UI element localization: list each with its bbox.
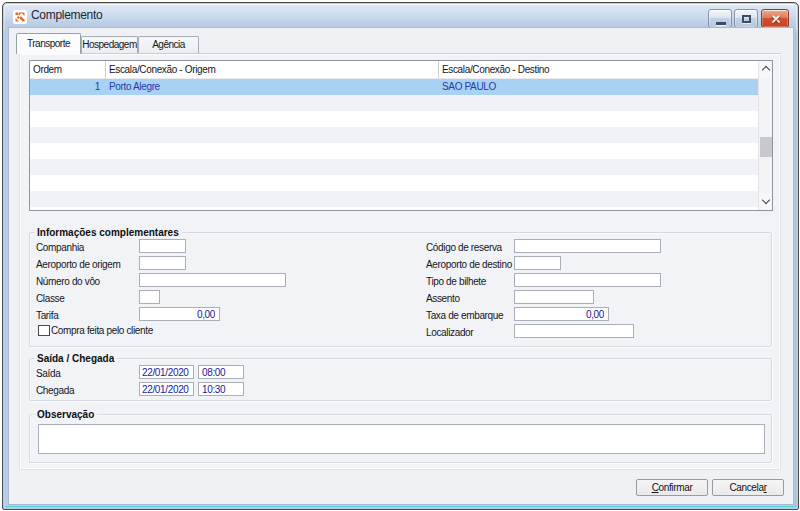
input-classe[interactable] (139, 290, 160, 304)
input-codigo-reserva[interactable] (514, 239, 661, 253)
cell-ordem: 1 (30, 79, 106, 95)
input-numero-voo[interactable] (139, 273, 286, 287)
up-chevron-icon (762, 66, 770, 74)
window-edge-accent-right (795, 33, 796, 507)
input-companhia[interactable] (139, 239, 186, 253)
scroll-down-button[interactable] (759, 193, 772, 210)
input-taxa-embarque[interactable] (514, 307, 609, 321)
input-tipo-bilhete[interactable] (514, 273, 661, 287)
group-info-title: Informações complementares (34, 226, 182, 239)
cell-origem: Porto Alegre (109, 79, 160, 95)
input-assento[interactable] (514, 290, 594, 304)
confirmar-label: onfirmar (659, 482, 693, 493)
input-localizador[interactable] (514, 324, 634, 338)
input-saida-data[interactable] (139, 365, 194, 379)
input-aeroporto-destino[interactable] (514, 256, 561, 270)
group-sched-title: Saída / Chegada (34, 352, 117, 365)
label-saida: Saída (36, 367, 60, 380)
tab-hospedagem[interactable]: Hospedagem (81, 36, 138, 53)
label-aeroporto-destino: Aeroporto de destino (426, 258, 512, 271)
cancelar-label-mnemonic: r (764, 482, 767, 493)
checkbox-compra-cliente[interactable] (38, 325, 50, 336)
input-chegada-data[interactable] (139, 382, 194, 396)
input-aeroporto-origem[interactable] (139, 256, 186, 270)
tab-transporte[interactable]: Transporte (16, 33, 81, 54)
label-codigo-reserva: Código de reserva (426, 241, 502, 254)
label-taxa-embarque: Taxa de embarque (426, 309, 503, 322)
column-header-destino[interactable]: Escala/Conexão - Destino (439, 61, 760, 78)
cell-destino: SAO PAULO (442, 79, 496, 95)
vertical-scrollbar[interactable] (758, 61, 772, 210)
label-assento: Assento (426, 292, 460, 305)
label-compra-cliente: Compra feita pelo cliente (51, 325, 153, 336)
label-companhia: Companhia (36, 241, 84, 254)
dialog-window: Complemento Transporte Hospedagem Agênci… (2, 2, 799, 510)
label-localizador: Localizador (426, 326, 473, 339)
down-chevron-icon (762, 196, 770, 204)
confirmar-label-mnemonic: C (652, 482, 659, 493)
tab-agencia[interactable]: Agência (138, 36, 199, 53)
connections-grid: Ordem Escala/Conexão - Origem Escala/Con… (29, 60, 773, 211)
grid-row-selected[interactable]: 1 Porto Alegre SAO PAULO (30, 79, 758, 95)
dialog-content: Transporte Hospedagem Agência Ordem Esca… (1, 1, 800, 511)
label-chegada: Chegada (36, 384, 74, 397)
label-classe: Classe (36, 292, 64, 305)
scrollbar-thumb[interactable] (760, 137, 772, 157)
window-edge-accent-bottom (5, 506, 796, 507)
label-tipo-bilhete: Tipo de bilhete (426, 275, 486, 288)
cancelar-button[interactable]: Cancelar (712, 479, 784, 496)
input-chegada-hora[interactable] (198, 382, 244, 396)
group-notes-title: Observação (34, 408, 97, 421)
grid-viewport: Ordem Escala/Conexão - Origem Escala/Con… (30, 61, 772, 210)
label-aeroporto-origem: Aeroporto de origem (36, 258, 121, 271)
column-header-origem[interactable]: Escala/Conexão - Origem (106, 61, 439, 78)
scroll-up-button[interactable] (759, 61, 772, 78)
grid-empty-rows (30, 95, 758, 210)
label-numero-voo: Número do vôo (36, 275, 100, 288)
confirmar-button[interactable]: Confirmar (636, 479, 708, 496)
cancelar-label: Cancela (729, 482, 763, 493)
label-tarifa: Tarifa (36, 309, 58, 322)
input-tarifa[interactable] (139, 307, 220, 321)
observacao-textarea[interactable] (38, 424, 765, 454)
grid-header: Ordem Escala/Conexão - Origem Escala/Con… (30, 61, 758, 79)
column-header-ordem[interactable]: Ordem (30, 61, 106, 78)
input-saida-hora[interactable] (198, 365, 244, 379)
